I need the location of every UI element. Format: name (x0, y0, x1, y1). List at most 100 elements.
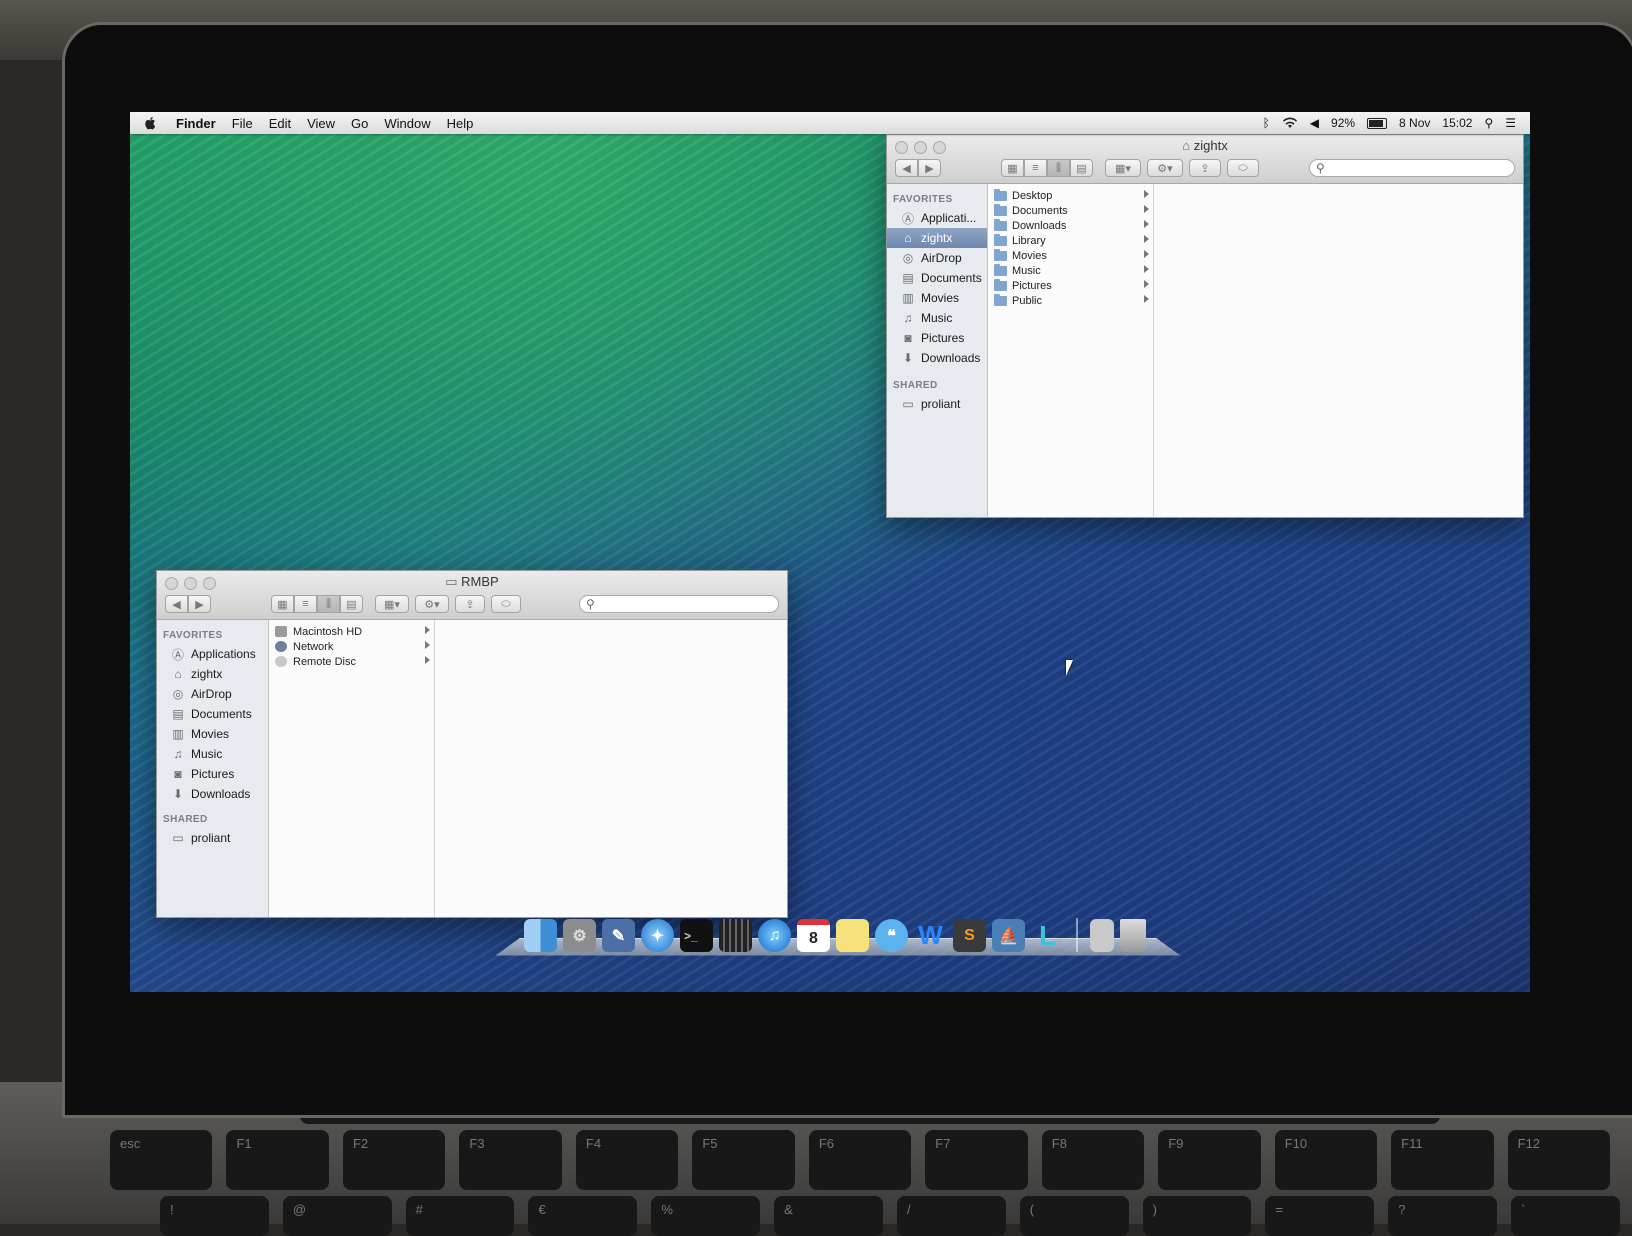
sidebar-item-applications[interactable]: Ⓐ Applicati... (887, 208, 987, 228)
list-view-icon[interactable]: ≡ (294, 595, 317, 613)
gear-icon[interactable]: ⚙▾ (1147, 159, 1183, 177)
key[interactable]: ) (1142, 1196, 1252, 1236)
apple-menu-icon[interactable] (144, 116, 158, 130)
sublime-text-icon[interactable]: S (953, 919, 986, 952)
key[interactable]: ( (1019, 1196, 1129, 1236)
menu-edit[interactable]: Edit (269, 116, 291, 131)
column-view-icon[interactable]: ⫼ (1047, 159, 1070, 177)
browser-column-2[interactable] (1154, 184, 1523, 517)
share-icon[interactable]: ⇪ (1189, 159, 1221, 177)
itunes-icon[interactable]: ♫ (758, 919, 791, 952)
list-item[interactable]: Documents (988, 203, 1153, 218)
key[interactable]: F9 (1158, 1130, 1261, 1190)
safari-icon[interactable]: ✦ (641, 919, 674, 952)
notification-center-icon[interactable]: ☰ (1505, 116, 1516, 130)
bluetooth-icon[interactable]: ᛒ (1263, 116, 1270, 130)
key[interactable]: F11 (1391, 1130, 1494, 1190)
key[interactable]: F2 (342, 1130, 446, 1190)
key[interactable]: F8 (1041, 1130, 1145, 1190)
forward-button[interactable]: ▶ (918, 159, 941, 177)
key[interactable]: F6 (808, 1130, 912, 1190)
search-input[interactable]: ⚲ (1309, 159, 1515, 177)
key[interactable]: ! (160, 1196, 269, 1236)
trash-icon[interactable] (1120, 919, 1146, 952)
sidebar-item-documents[interactable]: ▤ Documents (157, 704, 268, 724)
battery-icon[interactable] (1367, 117, 1388, 129)
menu-time[interactable]: 15:02 (1442, 116, 1472, 130)
key[interactable]: F4 (575, 1130, 679, 1190)
preview-icon[interactable]: ✎ (602, 919, 635, 952)
sidebar-item-home[interactable]: ⌂ zightx (157, 664, 268, 684)
gear-icon[interactable]: ⚙▾ (415, 595, 449, 613)
mission-control-icon[interactable] (719, 919, 752, 952)
key[interactable]: esc (110, 1130, 213, 1190)
wifi-icon[interactable] (1282, 117, 1298, 129)
share-icon[interactable]: ⇪ (455, 595, 485, 613)
sidebar-item-pictures[interactable]: ◙ Pictures (157, 764, 268, 784)
app-l-icon[interactable]: L (1031, 919, 1064, 952)
key[interactable]: ? (1388, 1196, 1498, 1236)
arrange-button[interactable]: ▦▾ (1105, 159, 1141, 177)
back-button[interactable]: ◀ (165, 595, 188, 613)
key[interactable]: @ (282, 1196, 392, 1236)
browser-column-2[interactable] (435, 620, 787, 917)
list-item[interactable]: Remote Disc (269, 654, 434, 669)
sidebar-item-applications[interactable]: Ⓐ Applications (157, 644, 268, 664)
key[interactable]: F12 (1507, 1130, 1611, 1190)
menu-date[interactable]: 8 Nov (1399, 116, 1430, 130)
sidebar-item-music[interactable]: ♫ Music (157, 744, 268, 764)
sidebar-item-movies[interactable]: ▥ Movies (887, 288, 987, 308)
list-item[interactable]: Network (269, 639, 434, 654)
list-view-icon[interactable]: ≡ (1024, 159, 1047, 177)
menu-go[interactable]: Go (351, 116, 368, 131)
volume-icon[interactable]: ◀ (1310, 116, 1319, 130)
search-input[interactable]: ⚲ (579, 595, 779, 613)
sidebar-item-proliant[interactable]: ▭ proliant (157, 828, 268, 848)
downloads-stack-icon[interactable] (1090, 919, 1114, 952)
list-item[interactable]: Downloads (988, 218, 1153, 233)
sidebar-item-airdrop[interactable]: ◎ AirDrop (157, 684, 268, 704)
sidebar-item-documents[interactable]: ▤ Documents (887, 268, 987, 288)
menu-help[interactable]: Help (447, 116, 474, 131)
list-item[interactable]: Macintosh HD (269, 624, 434, 639)
sidebar-item-proliant[interactable]: ▭ proliant (887, 394, 987, 414)
sidebar-item-pictures[interactable]: ◙ Pictures (887, 328, 987, 348)
key[interactable]: = (1265, 1196, 1375, 1236)
key[interactable]: & (774, 1196, 883, 1236)
coverflow-view-icon[interactable]: ▤ (340, 595, 363, 613)
sidebar-item-airdrop[interactable]: ◎ AirDrop (887, 248, 987, 268)
sidebar-item-music[interactable]: ♫ Music (887, 308, 987, 328)
key[interactable]: # (405, 1196, 515, 1236)
sidebar-item-home[interactable]: ⌂ zightx (887, 228, 987, 248)
list-item[interactable]: Music (988, 263, 1153, 278)
calendar-icon[interactable]: 8 (797, 919, 830, 952)
key[interactable]: F1 (226, 1130, 329, 1190)
key[interactable]: % (651, 1196, 761, 1236)
tag-icon[interactable]: ⬭ (491, 595, 521, 613)
messages-icon[interactable]: ❝ (875, 919, 908, 952)
spotlight-icon[interactable]: ⚲ (1484, 116, 1493, 130)
icon-view-icon[interactable]: ▦ (1001, 159, 1024, 177)
app-boat-icon[interactable]: ⛵ (992, 919, 1025, 952)
menu-finder[interactable]: Finder (176, 116, 216, 131)
menu-view[interactable]: View (307, 116, 335, 131)
list-item[interactable]: Library (988, 233, 1153, 248)
arrange-button[interactable]: ▦▾ (375, 595, 409, 613)
list-item[interactable]: Pictures (988, 278, 1153, 293)
menu-file[interactable]: File (232, 116, 253, 131)
column-view-icon[interactable]: ⫼ (317, 595, 340, 613)
key[interactable]: ` (1511, 1196, 1620, 1236)
stickies-icon[interactable] (836, 919, 869, 952)
tag-icon[interactable]: ⬭ (1227, 159, 1259, 177)
menu-window[interactable]: Window (384, 116, 430, 131)
finder-icon[interactable] (524, 919, 557, 952)
key[interactable]: / (896, 1196, 1006, 1236)
sidebar-item-downloads[interactable]: ⬇ Downloads (157, 784, 268, 804)
sidebar-item-downloads[interactable]: ⬇ Downloads (887, 348, 987, 368)
list-item[interactable]: Movies (988, 248, 1153, 263)
forward-button[interactable]: ▶ (188, 595, 211, 613)
list-item[interactable]: Public (988, 293, 1153, 308)
key[interactable]: F7 (925, 1130, 1028, 1190)
key[interactable]: F5 (692, 1130, 795, 1190)
word-icon[interactable]: W (914, 919, 947, 952)
